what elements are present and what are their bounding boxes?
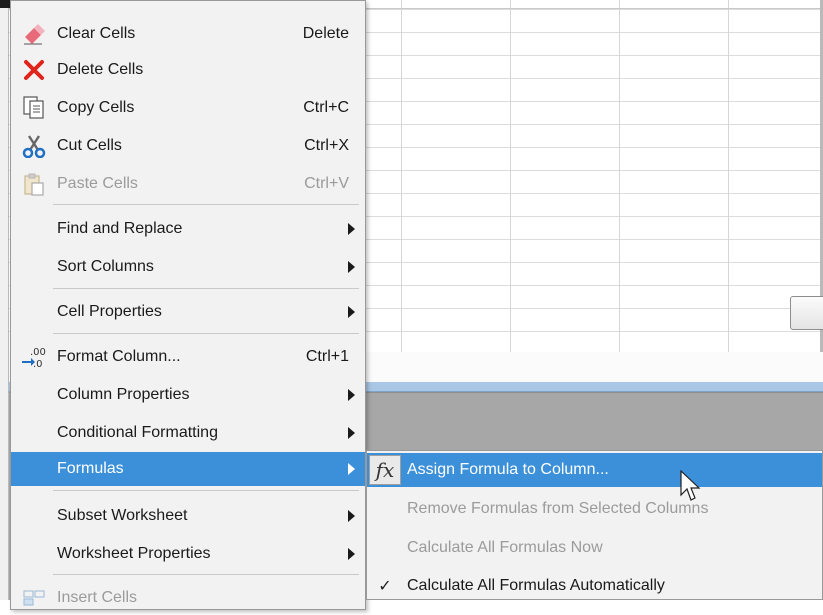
- menu-item-insert-cells[interactable]: Insert Cells: [11, 581, 365, 615]
- submenu-item-label: Calculate All Formulas Now: [407, 539, 603, 556]
- menu-item-label: Cut Cells: [57, 137, 122, 154]
- menu-item-label: Formulas: [57, 460, 124, 477]
- submenu-item-label: Remove Formulas from Selected Columns: [407, 500, 709, 517]
- menu-item-label: Cell Properties: [57, 303, 162, 320]
- menu-item-format-column[interactable]: .00.0 Format Column... Ctrl+1: [11, 340, 365, 374]
- menu-item-shortcut: Delete: [302, 25, 349, 42]
- submenu-item-label: Assign Formula to Column...: [407, 461, 609, 478]
- menu-item-label: Find and Replace: [57, 220, 183, 237]
- menu-item-column-properties[interactable]: Column Properties: [11, 378, 365, 412]
- svg-text:.00: .00: [30, 347, 46, 358]
- decimal-format-icon: .00.0: [21, 345, 47, 369]
- menu-separator: [53, 204, 359, 205]
- menu-item-delete-cells[interactable]: Delete Cells: [11, 53, 365, 87]
- submenu-arrow-icon: [348, 389, 355, 401]
- menu-item-label: Worksheet Properties: [57, 545, 211, 562]
- menu-item-formulas[interactable]: Formulas: [11, 452, 365, 486]
- formulas-submenu: fx Assign Formula to Column... Remove Fo…: [366, 450, 823, 600]
- menu-item-label: Subset Worksheet: [57, 507, 188, 524]
- menu-item-label: Delete Cells: [57, 61, 144, 78]
- menu-item-shortcut: Ctrl+X: [304, 137, 349, 154]
- submenu-arrow-icon: [348, 427, 355, 439]
- paste-icon: [21, 172, 47, 196]
- menu-separator: [53, 333, 359, 334]
- menu-separator: [53, 490, 359, 491]
- submenu-item-assign-formula[interactable]: fx Assign Formula to Column...: [367, 453, 822, 487]
- submenu-item-calculate-automatically[interactable]: ✓ Calculate All Formulas Automatically: [367, 569, 822, 603]
- menu-item-find-and-replace[interactable]: Find and Replace: [11, 212, 365, 246]
- menu-item-sort-columns[interactable]: Sort Columns: [11, 250, 365, 284]
- menu-item-shortcut: Ctrl+V: [304, 175, 349, 192]
- insert-cells-icon: [21, 586, 47, 610]
- submenu-arrow-icon: [348, 510, 355, 522]
- scissors-icon: [21, 134, 47, 158]
- menu-item-cell-properties[interactable]: Cell Properties: [11, 295, 365, 329]
- menu-item-subset-worksheet[interactable]: Subset Worksheet: [11, 499, 365, 533]
- menu-item-label: Paste Cells: [57, 175, 138, 192]
- menu-separator: [53, 288, 359, 289]
- worksheet-button[interactable]: [790, 296, 823, 330]
- submenu-arrow-icon: [348, 463, 355, 475]
- check-glyph: ✓: [378, 578, 392, 595]
- submenu-arrow-icon: [348, 223, 355, 235]
- submenu-arrow-icon: [348, 548, 355, 560]
- submenu-item-remove-formulas[interactable]: Remove Formulas from Selected Columns: [367, 492, 822, 526]
- menu-separator: [53, 574, 359, 575]
- menu-item-cut-cells[interactable]: Cut Cells Ctrl+X: [11, 129, 365, 163]
- menu-item-label: Sort Columns: [57, 258, 154, 275]
- submenu-arrow-icon: [348, 261, 355, 273]
- menu-item-label: Format Column...: [57, 348, 181, 365]
- menu-item-label: Insert Cells: [57, 589, 138, 606]
- menu-item-label: Column Properties: [57, 386, 190, 403]
- submenu-item-calculate-now[interactable]: Calculate All Formulas Now: [367, 531, 822, 565]
- svg-text:.0: .0: [33, 359, 43, 369]
- context-menu: Clear Cells Delete Delete Cells Copy Cel…: [10, 0, 366, 610]
- menu-item-shortcut: Ctrl+1: [305, 348, 349, 365]
- mouse-pointer-icon: [680, 470, 701, 501]
- menu-item-worksheet-properties[interactable]: Worksheet Properties: [11, 537, 365, 571]
- fx-glyph: fx: [375, 458, 395, 482]
- menu-item-conditional-formatting[interactable]: Conditional Formatting: [11, 416, 365, 450]
- copy-icon: [21, 96, 47, 120]
- menu-item-clear-cells[interactable]: Clear Cells Delete: [11, 17, 365, 51]
- menu-item-shortcut: Ctrl+C: [303, 99, 349, 116]
- checkmark-icon: ✓: [371, 572, 399, 600]
- menu-item-label: Clear Cells: [57, 25, 136, 42]
- menu-item-copy-cells[interactable]: Copy Cells Ctrl+C: [11, 91, 365, 125]
- menu-item-label: Conditional Formatting: [57, 424, 218, 441]
- submenu-arrow-icon: [348, 306, 355, 318]
- menu-item-paste-cells[interactable]: Paste Cells Ctrl+V: [11, 167, 365, 201]
- submenu-item-label: Calculate All Formulas Automatically: [407, 577, 665, 594]
- red-x-icon: [21, 58, 47, 82]
- row-header-edge: [0, 0, 9, 600]
- menu-item-label: Copy Cells: [57, 99, 135, 116]
- eraser-icon: [21, 22, 47, 46]
- fx-icon: fx: [369, 455, 401, 485]
